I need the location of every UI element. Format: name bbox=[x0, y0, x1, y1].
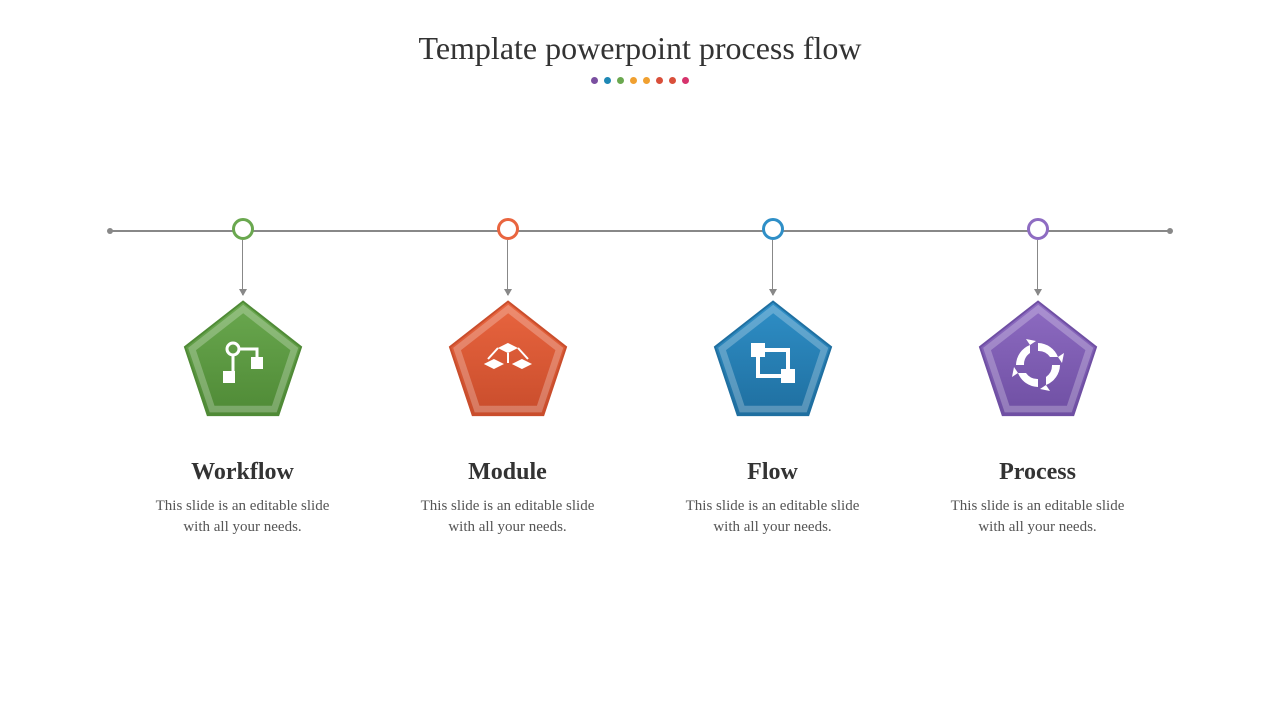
decor-dot bbox=[617, 77, 624, 84]
module-icon bbox=[480, 337, 536, 393]
decor-dot bbox=[682, 77, 689, 84]
flow-icon bbox=[745, 337, 801, 393]
connector-line bbox=[242, 240, 244, 295]
timeline-ring bbox=[232, 218, 254, 240]
connector-line bbox=[772, 240, 774, 295]
timeline-ring bbox=[497, 218, 519, 240]
step-label: Process bbox=[999, 459, 1076, 486]
pentagon-shape bbox=[443, 299, 573, 419]
process-step: Module This slide is an editable slide w… bbox=[398, 218, 618, 538]
process-icon bbox=[1010, 337, 1066, 393]
step-desc: This slide is an editable slide with all… bbox=[943, 496, 1133, 538]
process-step: Flow This slide is an editable slide wit… bbox=[663, 218, 883, 538]
pentagon-shape bbox=[708, 299, 838, 419]
slide-title: Template powerpoint process flow bbox=[0, 0, 1280, 67]
connector-line bbox=[1037, 240, 1039, 295]
step-row: Workflow This slide is an editable slide… bbox=[110, 218, 1170, 538]
decor-dot bbox=[604, 77, 611, 84]
step-desc: This slide is an editable slide with all… bbox=[148, 496, 338, 538]
connector-line bbox=[507, 240, 509, 295]
step-label: Workflow bbox=[191, 459, 294, 486]
timeline-ring bbox=[762, 218, 784, 240]
workflow-icon bbox=[215, 337, 271, 393]
step-label: Module bbox=[468, 459, 547, 486]
decor-dot bbox=[643, 77, 650, 84]
decor-dot bbox=[591, 77, 598, 84]
decor-dot-row bbox=[0, 77, 1280, 84]
step-desc: This slide is an editable slide with all… bbox=[413, 496, 603, 538]
pentagon-shape bbox=[178, 299, 308, 419]
decor-dot bbox=[669, 77, 676, 84]
step-label: Flow bbox=[747, 459, 798, 486]
step-desc: This slide is an editable slide with all… bbox=[678, 496, 868, 538]
process-step: Workflow This slide is an editable slide… bbox=[133, 218, 353, 538]
decor-dot bbox=[656, 77, 663, 84]
timeline-ring bbox=[1027, 218, 1049, 240]
decor-dot bbox=[630, 77, 637, 84]
pentagon-shape bbox=[973, 299, 1103, 419]
process-step: Process This slide is an editable slide … bbox=[928, 218, 1148, 538]
